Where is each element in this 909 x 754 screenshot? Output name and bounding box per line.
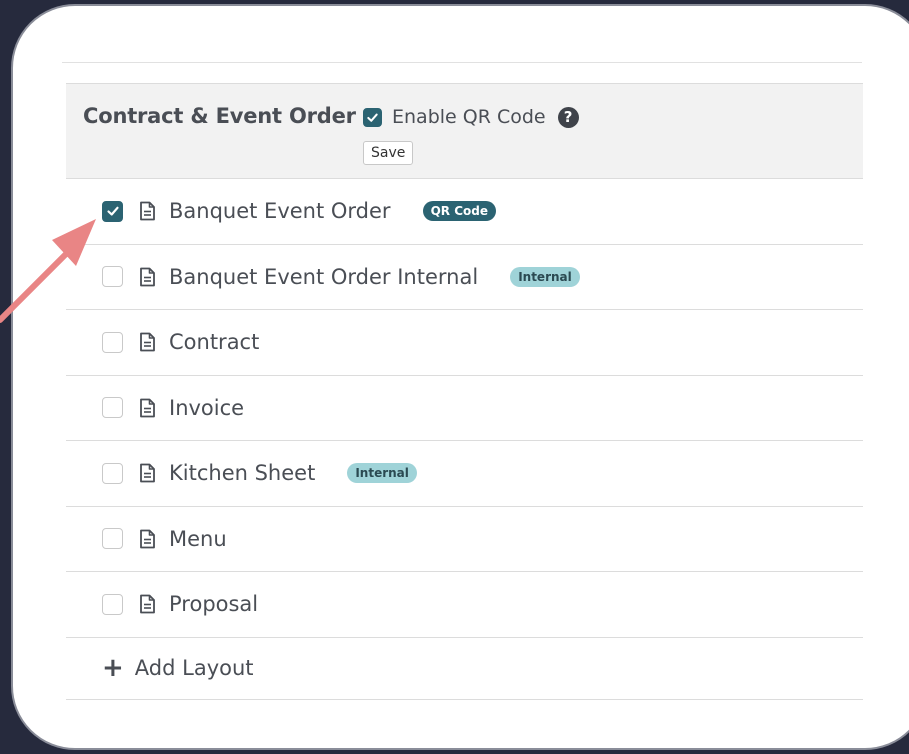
add-layout-label: Add Layout <box>134 656 254 680</box>
layout-name: Banquet Event Order Internal <box>169 264 479 289</box>
layout-row[interactable]: Contract <box>66 310 863 376</box>
layout-name: Proposal <box>169 592 259 617</box>
layout-row[interactable]: Banquet Event Order QR Code <box>66 179 863 245</box>
layout-row[interactable]: Kitchen Sheet Internal <box>66 441 863 507</box>
layout-name: Banquet Event Order <box>169 199 391 224</box>
layout-checkbox[interactable] <box>102 462 123 484</box>
layout-checkbox[interactable] <box>102 200 123 222</box>
layout-name: Menu <box>169 526 227 551</box>
save-button[interactable]: Save <box>363 141 414 165</box>
document-icon <box>139 594 156 614</box>
enable-qr-toggle[interactable]: Enable QR Code ? <box>363 106 579 128</box>
document-icon <box>139 398 156 418</box>
layout-checkbox[interactable] <box>102 331 123 353</box>
document-icon <box>139 529 156 549</box>
layout-name: Invoice <box>169 395 245 420</box>
internal-badge: Internal <box>347 463 417 484</box>
layout-checkbox[interactable] <box>102 266 123 288</box>
internal-badge: Internal <box>510 266 580 287</box>
document-icon <box>139 267 156 287</box>
check-icon <box>367 113 378 122</box>
layout-name: Contract <box>169 330 260 355</box>
enable-qr-checkbox[interactable] <box>363 107 382 127</box>
layout-row[interactable]: Banquet Event Order Internal Internal <box>66 245 863 310</box>
check-icon <box>106 206 119 216</box>
layout-row[interactable]: Proposal <box>66 572 863 638</box>
layouts-panel: Contract & Event Order Enable QR Code ? … <box>66 83 863 700</box>
layout-name: Kitchen Sheet <box>169 461 316 486</box>
add-layout-button[interactable]: + Add Layout <box>66 638 863 700</box>
document-icon <box>139 463 156 483</box>
document-icon <box>139 332 156 352</box>
layout-checkbox[interactable] <box>102 397 123 419</box>
modal-card: Contract & Event Order Enable QR Code ? … <box>11 4 909 750</box>
plus-icon: + <box>102 653 124 683</box>
layout-row[interactable]: Menu <box>66 507 863 572</box>
layout-row[interactable]: Invoice <box>66 376 863 441</box>
qr-code-badge: QR Code <box>422 201 496 222</box>
layout-list: Banquet Event Order QR Code Banquet Event … <box>66 179 863 638</box>
layout-checkbox[interactable] <box>102 593 123 615</box>
top-divider <box>62 62 862 63</box>
document-icon <box>139 201 156 221</box>
enable-qr-label: Enable QR Code <box>392 106 546 128</box>
panel-title: Contract & Event Order <box>83 104 356 128</box>
question-circle-icon[interactable]: ? <box>557 106 579 128</box>
layout-checkbox[interactable] <box>102 528 123 550</box>
panel-header: Contract & Event Order Enable QR Code ? … <box>66 83 863 179</box>
